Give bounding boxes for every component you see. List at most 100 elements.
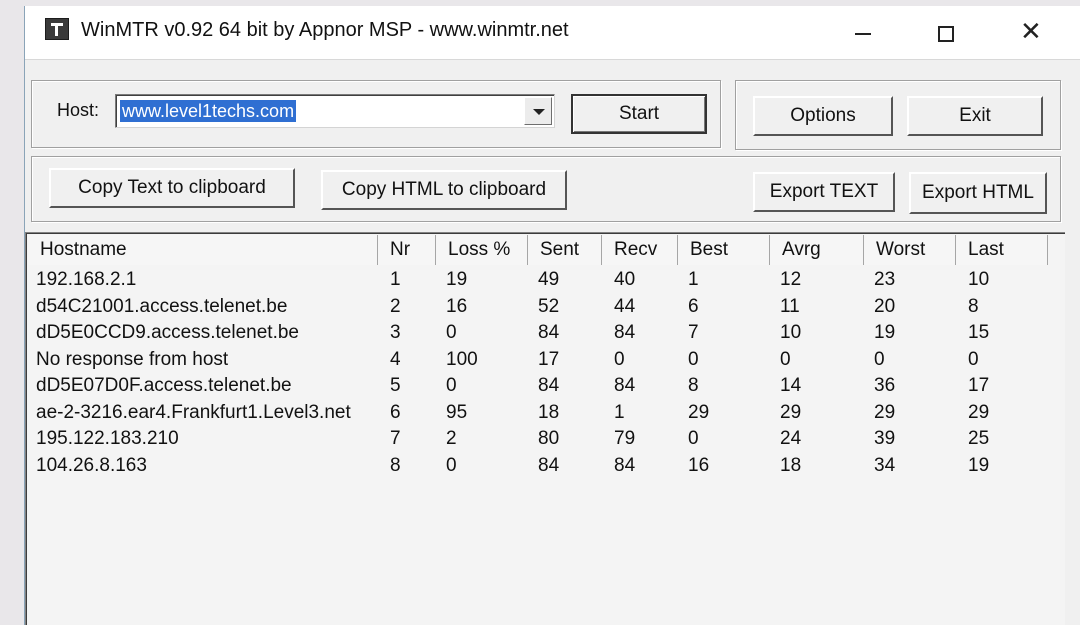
column-header-sent[interactable]: Sent bbox=[528, 235, 602, 265]
column-header-loss[interactable]: Loss % bbox=[436, 235, 528, 265]
cell-loss: 16 bbox=[446, 295, 468, 317]
cell-hostname: dD5E0CCD9.access.telenet.be bbox=[36, 322, 299, 343]
column-header-last[interactable]: Last bbox=[956, 235, 1048, 265]
exit-button[interactable]: Exit bbox=[907, 96, 1043, 136]
cell-nr: 1 bbox=[390, 269, 401, 290]
host-input-value[interactable]: www.level1techs.com bbox=[120, 100, 297, 122]
cell-avrg: 12 bbox=[780, 269, 802, 290]
cell-worst: 39 bbox=[874, 428, 896, 449]
close-icon: ✕ bbox=[1020, 17, 1042, 47]
close-button[interactable]: ✕ bbox=[1002, 6, 1060, 60]
cell-avrg: 18 bbox=[780, 454, 802, 476]
cell-loss: 95 bbox=[446, 401, 468, 423]
minimize-icon bbox=[855, 33, 871, 35]
table-row[interactable]: ae-2-3216.ear4.Frankfurt1.Level3.net 6 95 1… bbox=[28, 400, 1064, 427]
title-bar[interactable]: WinMTR v0.92 64 bit by Appnor MSP - www.… bbox=[25, 6, 1080, 60]
cell-loss: 0 bbox=[446, 454, 457, 476]
table-row[interactable]: 104.26.8.163 8 0 84 84 16 18 34 19 bbox=[28, 453, 1064, 480]
cell-hostname: dD5E07D0F.access.telenet.be bbox=[36, 375, 292, 396]
cell-worst: 34 bbox=[874, 454, 896, 476]
start-button[interactable]: Start bbox=[571, 94, 707, 134]
cell-avrg: 24 bbox=[780, 428, 802, 449]
cell-hostname: 104.26.8.163 bbox=[36, 454, 147, 476]
cell-hostname: ae-2-3216.ear4.Frankfurt1.Level3.net bbox=[36, 401, 351, 423]
chevron-down-icon[interactable] bbox=[524, 97, 552, 125]
cell-sent: 17 bbox=[538, 348, 560, 370]
cell-sent: 49 bbox=[538, 269, 560, 290]
cell-recv: 84 bbox=[614, 375, 636, 396]
export-html-button[interactable]: Export HTML bbox=[909, 172, 1047, 214]
minimize-button[interactable] bbox=[835, 6, 893, 60]
cell-sent: 18 bbox=[538, 401, 560, 423]
column-header-nr[interactable]: Nr bbox=[378, 235, 436, 265]
table-row[interactable]: 192.168.2.1 1 19 49 40 1 12 23 10 bbox=[28, 267, 1064, 294]
cell-last: 10 bbox=[968, 269, 990, 290]
table-row[interactable]: dD5E0CCD9.access.telenet.be 3 0 84 84 7 10 19 15 bbox=[28, 320, 1064, 347]
cell-best: 29 bbox=[688, 401, 710, 423]
cell-sent: 80 bbox=[538, 428, 560, 449]
cell-recv: 0 bbox=[614, 348, 625, 370]
cell-hostname: d54C21001.access.telenet.be bbox=[36, 295, 288, 317]
cell-recv: 84 bbox=[614, 454, 636, 476]
cell-nr: 7 bbox=[390, 428, 401, 449]
cell-worst: 29 bbox=[874, 401, 896, 423]
column-header-hostname[interactable]: Hostname bbox=[28, 235, 378, 265]
cell-sent: 84 bbox=[538, 375, 560, 396]
cell-last: 29 bbox=[968, 401, 990, 423]
copy-text-button[interactable]: Copy Text to clipboard bbox=[49, 168, 295, 208]
cell-best: 0 bbox=[688, 428, 699, 449]
column-header-avrg[interactable]: Avrg bbox=[770, 235, 864, 265]
cell-worst: 19 bbox=[874, 322, 896, 343]
column-header-recv[interactable]: Recv bbox=[602, 235, 678, 265]
cell-nr: 6 bbox=[390, 401, 401, 423]
cell-last: 17 bbox=[968, 375, 990, 396]
host-combobox[interactable]: www.level1techs.com bbox=[115, 94, 555, 128]
cell-hostname: 192.168.2.1 bbox=[36, 269, 137, 290]
maximize-button[interactable] bbox=[918, 6, 976, 60]
cell-last: 0 bbox=[968, 348, 979, 370]
table-body: 192.168.2.1 1 19 49 40 1 12 23 10 d54C21001.acces… bbox=[28, 267, 1064, 479]
table-row[interactable]: d54C21001.access.telenet.be 2 16 52 44 6 11 20 8 bbox=[28, 294, 1064, 321]
cell-recv: 44 bbox=[614, 295, 636, 317]
cell-avrg: 0 bbox=[780, 348, 791, 370]
cell-last: 25 bbox=[968, 428, 990, 449]
cell-worst: 23 bbox=[874, 269, 896, 290]
cell-worst: 36 bbox=[874, 375, 896, 396]
export-text-button[interactable]: Export TEXT bbox=[753, 172, 895, 212]
cell-recv: 1 bbox=[614, 401, 625, 423]
cell-sent: 52 bbox=[538, 295, 560, 317]
column-header-worst[interactable]: Worst bbox=[864, 235, 956, 265]
cell-best: 8 bbox=[688, 375, 699, 396]
cell-hostname: 195.122.183.210 bbox=[36, 428, 179, 449]
window-title: WinMTR v0.92 64 bit by Appnor MSP - www.… bbox=[81, 19, 569, 41]
cell-nr: 8 bbox=[390, 454, 401, 476]
cell-nr: 5 bbox=[390, 375, 401, 396]
maximize-icon bbox=[938, 26, 954, 42]
cell-nr: 2 bbox=[390, 295, 401, 317]
table-row[interactable]: dD5E07D0F.access.telenet.be 5 0 84 84 8 14 36 17 bbox=[28, 373, 1064, 400]
cell-worst: 20 bbox=[874, 295, 896, 317]
cell-avrg: 11 bbox=[780, 295, 800, 317]
cell-best: 1 bbox=[688, 269, 699, 290]
table-row[interactable]: 195.122.183.210 7 2 80 79 0 24 39 25 bbox=[28, 426, 1064, 453]
column-header-best[interactable]: Best bbox=[678, 235, 770, 265]
cell-loss: 19 bbox=[446, 269, 468, 290]
cell-best: 0 bbox=[688, 348, 699, 370]
cell-last: 8 bbox=[968, 295, 979, 317]
cell-avrg: 29 bbox=[780, 401, 802, 423]
cell-avrg: 10 bbox=[780, 322, 802, 343]
options-button[interactable]: Options bbox=[753, 96, 893, 136]
cell-hostname: No response from host bbox=[36, 348, 229, 370]
app-icon bbox=[45, 18, 69, 40]
cell-sent: 84 bbox=[538, 454, 560, 476]
copy-html-button[interactable]: Copy HTML to clipboard bbox=[321, 170, 567, 210]
cell-nr: 3 bbox=[390, 322, 401, 343]
host-label: Host: bbox=[57, 100, 100, 120]
table-row[interactable]: No response from host 4 100 17 0 0 0 0 0 bbox=[28, 347, 1064, 374]
cell-nr: 4 bbox=[390, 348, 401, 370]
cell-best: 7 bbox=[688, 322, 699, 343]
results-listview[interactable]: Hostname Nr Loss % Sent Recv Best Avrg W… bbox=[25, 232, 1065, 625]
cell-recv: 40 bbox=[614, 269, 636, 290]
table-header: Hostname Nr Loss % Sent Recv Best Avrg W… bbox=[28, 235, 1064, 265]
cell-best: 16 bbox=[688, 454, 710, 476]
